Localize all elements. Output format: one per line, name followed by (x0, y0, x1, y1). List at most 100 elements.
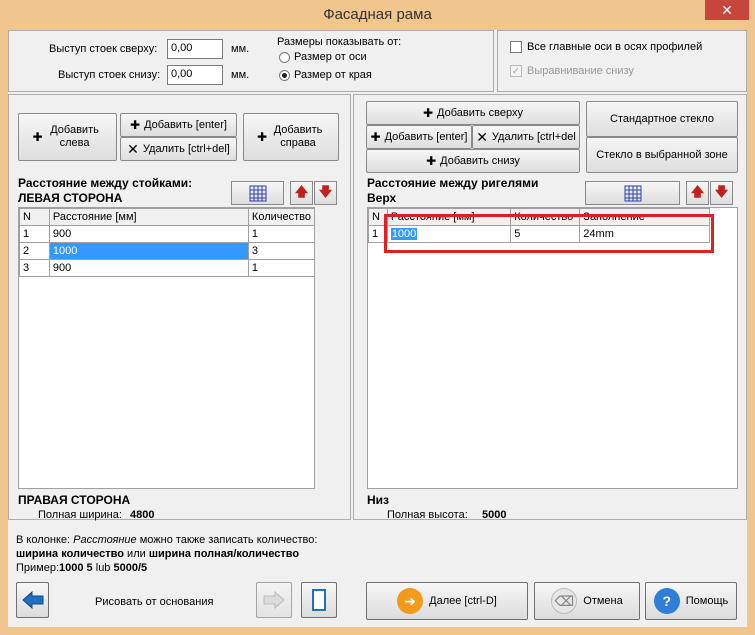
arrow-right-icon: ➜ (397, 588, 424, 614)
next-button[interactable]: ➜ Далее [ctrl-D] (366, 582, 528, 620)
col-distance-header[interactable]: Расстояние [мм] (48, 208, 249, 226)
radio-edge[interactable]: Размер от края (279, 69, 372, 81)
post-bottom-input[interactable]: 0,00 (167, 65, 223, 85)
plus-icon: ✚ (256, 129, 268, 144)
posts-footer-side: ПРАВАЯ СТОРОНА (18, 493, 131, 507)
transoms-delete-button[interactable]: ✕ Удалить [ctrl+del (472, 125, 580, 149)
post-top-input[interactable]: 0,00 (167, 39, 223, 59)
add-right-label: Добавить справа (273, 124, 323, 149)
help-label: Помощь (685, 595, 729, 607)
add-left-button[interactable]: ✚ Добавить слева (18, 113, 117, 161)
standard-glass-button[interactable]: Стандартное стекло (586, 101, 738, 137)
help-button[interactable]: ? Помощь (645, 582, 737, 620)
transoms-move-up-button[interactable]: 🡅 (686, 181, 709, 205)
posts-panel: ✚ Добавить слева ✚ Добавить [enter] ✕ Удали… (8, 94, 351, 521)
add-left-label: Добавить слева (50, 124, 99, 149)
posts-delete-button[interactable]: ✕ Удалить [ctrl+del] (120, 137, 237, 161)
dialog-body: Выступ стоек сверху: 0,00 мм. Выступ сто… (8, 30, 747, 627)
add-bottom-label: Добавить снизу (440, 154, 520, 167)
add-top-button[interactable]: ✚ Добавить сверху (366, 101, 580, 125)
transoms-panel: ✚ Добавить сверху ✚ Добавить [enter] ✕ Удал… (353, 94, 747, 521)
posts-table[interactable]: N Расстояние [мм] Количество 1 900 1 2 1… (18, 207, 316, 489)
arrow-left-icon (21, 591, 43, 609)
plus-icon: ✚ (422, 105, 434, 120)
hint-bold: 5000/5 (113, 562, 148, 574)
cell-distance[interactable]: 900 (48, 225, 249, 243)
forward-button[interactable] (256, 582, 292, 618)
cancel-label: Отмена (583, 595, 623, 607)
hint-line-3: Пример:1000 5 lub 5000/5 (16, 562, 147, 574)
posts-move-up-button[interactable]: 🡅 (290, 181, 313, 205)
posts-grid-button[interactable] (231, 181, 284, 205)
radio-axis-circle[interactable] (279, 51, 290, 63)
table-row[interactable]: 2 1000 3 (19, 242, 316, 260)
grid-icon (249, 185, 267, 202)
checkbox-main-axes[interactable]: Все главные оси в осях профилей (510, 41, 702, 54)
cell-qty[interactable]: 1 (247, 225, 316, 243)
cell-n: 3 (19, 259, 50, 277)
transoms-delete-label: Удалить [ctrl+del (491, 130, 576, 143)
close-button[interactable]: ✕ (705, 0, 749, 20)
posts-add-enter-button[interactable]: ✚ Добавить [enter] (120, 113, 237, 137)
transoms-move-down-button[interactable]: 🡇 (710, 181, 733, 205)
hint-bold: 1000 5 (59, 562, 93, 574)
cancel-button[interactable]: ⌫ Отмена (534, 582, 640, 620)
arrow-down-icon: 🡇 (714, 184, 729, 199)
col-n-header[interactable]: N (19, 208, 50, 226)
highlight-annotation (384, 214, 714, 253)
window: Фасадная рама ✕ Выступ стоек сверху: 0,0… (0, 0, 755, 635)
radio-edge-circle[interactable] (279, 69, 290, 81)
post-bottom-unit: мм. (231, 69, 250, 81)
hint-line-2: ширина количество или ширина полная/коли… (16, 548, 299, 560)
posts-add-enter-label: Добавить [enter] (144, 118, 227, 131)
table-row[interactable]: 3 900 1 (19, 259, 316, 277)
posts-delete-label: Удалить [ctrl+del] (142, 142, 230, 155)
arrow-right-icon (263, 591, 285, 609)
transoms-side-label: Верх (367, 191, 397, 205)
cell-qty[interactable]: 1 (247, 259, 316, 277)
frame-preview-button[interactable] (301, 582, 337, 618)
axis-options-panel: Все главные оси в осях профилей ✓ Выравни… (497, 30, 747, 92)
cell-distance[interactable]: 1000 (48, 242, 249, 260)
table-row[interactable]: 1 900 1 (19, 225, 316, 243)
transoms-grid-button[interactable] (585, 181, 680, 205)
radio-axis[interactable]: Размер от оси (279, 51, 367, 63)
cell-qty[interactable]: 3 (247, 242, 316, 260)
add-top-label: Добавить сверху (437, 106, 524, 119)
hint-text: lub (92, 562, 114, 574)
total-width-label: Полная ширина: (38, 509, 122, 521)
grid-icon (624, 185, 642, 202)
draw-from-base-label: Рисовать от основания (95, 596, 214, 608)
radio-edge-label: Размер от края (294, 69, 372, 81)
checkbox-align-box[interactable]: ✓ (510, 65, 522, 78)
post-top-unit: мм. (231, 43, 250, 55)
transoms-add-enter-button[interactable]: ✚ Добавить [enter] (366, 125, 472, 149)
post-bottom-label: Выступ стоек снизу: (58, 69, 161, 81)
cell-n: 1 (19, 225, 50, 243)
add-bottom-button[interactable]: ✚ Добавить снизу (366, 149, 580, 173)
transoms-footer-side: Низ (367, 493, 390, 507)
offset-settings-panel: Выступ стоек сверху: 0,00 мм. Выступ сто… (8, 30, 494, 92)
hint-bold: ширина полная/количество (148, 548, 300, 560)
plus-icon: ✚ (130, 117, 141, 132)
back-button[interactable] (16, 582, 49, 618)
hint-line-1: В колонке: Расстояние можно также записа… (16, 534, 317, 546)
glass-in-zone-button[interactable]: Стекло в выбранной зоне (586, 137, 738, 173)
post-top-label: Выступ стоек сверху: (49, 43, 158, 55)
arrow-up-icon: 🡅 (294, 184, 309, 199)
plus-icon: ✚ (32, 129, 43, 144)
add-right-button[interactable]: ✚ Добавить справа (243, 113, 339, 161)
question-icon: ? (653, 588, 680, 614)
posts-move-down-button[interactable]: 🡇 (314, 181, 337, 205)
transoms-table[interactable]: N Расстояние [мм] Количество Заполнение … (367, 207, 738, 489)
checkbox-main-axes-box[interactable] (510, 41, 522, 54)
hint-bold: ширина количество (16, 548, 124, 560)
cell-distance[interactable]: 900 (48, 259, 249, 277)
transoms-add-enter-label: Добавить [enter] (384, 130, 468, 143)
posts-side-label: ЛЕВАЯ СТОРОНА (18, 191, 123, 205)
cell-n: 2 (19, 242, 50, 260)
checkbox-align[interactable]: ✓ Выравнивание снизу (510, 65, 634, 78)
hint-text: Пример: (16, 562, 60, 574)
hint-text: или (124, 548, 149, 560)
col-qty-header[interactable]: Количество (247, 208, 316, 226)
